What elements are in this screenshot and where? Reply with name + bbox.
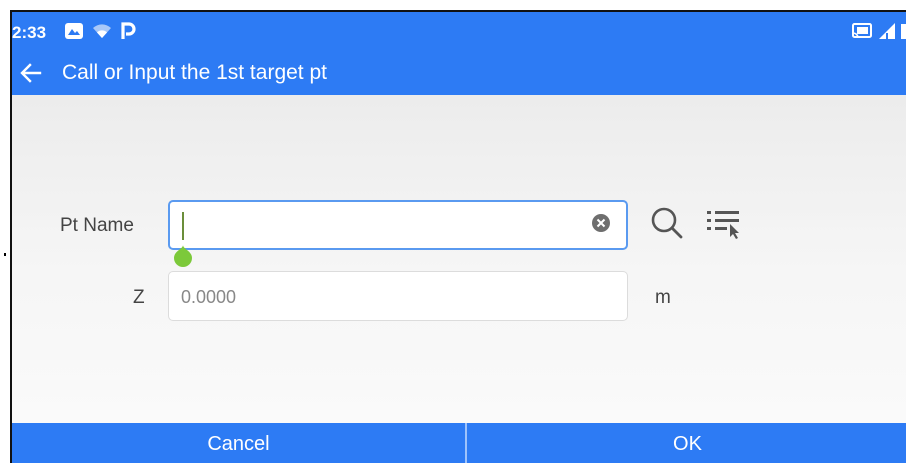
status-bar: 2:33 bbox=[12, 12, 906, 50]
ok-button[interactable]: OK bbox=[467, 423, 906, 463]
edge-artifact bbox=[4, 253, 6, 256]
wifi-icon bbox=[93, 24, 111, 38]
status-time: 2:33 bbox=[12, 23, 47, 42]
cast-icon bbox=[852, 23, 872, 38]
cancel-button[interactable]: Cancel bbox=[12, 423, 465, 463]
pt-name-label: Pt Name bbox=[60, 215, 134, 236]
action-bar: Cancel OK bbox=[12, 423, 906, 463]
signal-icon bbox=[879, 23, 895, 39]
page-title: Call or Input the 1st target pt bbox=[62, 61, 327, 84]
point-list-icon[interactable] bbox=[705, 205, 745, 241]
battery-icon bbox=[901, 24, 906, 39]
gallery-icon bbox=[65, 23, 83, 39]
arrow-left-icon[interactable] bbox=[18, 60, 44, 86]
app-header: 2:33 Call or Input the 1st target pt bbox=[12, 12, 906, 95]
z-field[interactable] bbox=[168, 271, 628, 321]
clear-icon[interactable] bbox=[590, 212, 612, 234]
title-bar: Call or Input the 1st target pt bbox=[12, 56, 906, 94]
z-unit-label: m bbox=[655, 287, 671, 308]
search-icon[interactable] bbox=[649, 205, 685, 241]
z-label: Z bbox=[133, 287, 145, 308]
pt-name-field[interactable] bbox=[168, 200, 628, 250]
app-window: 2:33 Call or Input the 1st target pt Pt … bbox=[10, 10, 906, 463]
pt-name-input[interactable] bbox=[182, 213, 572, 239]
z-input[interactable] bbox=[181, 284, 571, 310]
parking-icon bbox=[121, 22, 136, 39]
form-area: Pt Name Z m bbox=[12, 95, 906, 423]
cursor-handle-icon[interactable] bbox=[172, 245, 194, 267]
